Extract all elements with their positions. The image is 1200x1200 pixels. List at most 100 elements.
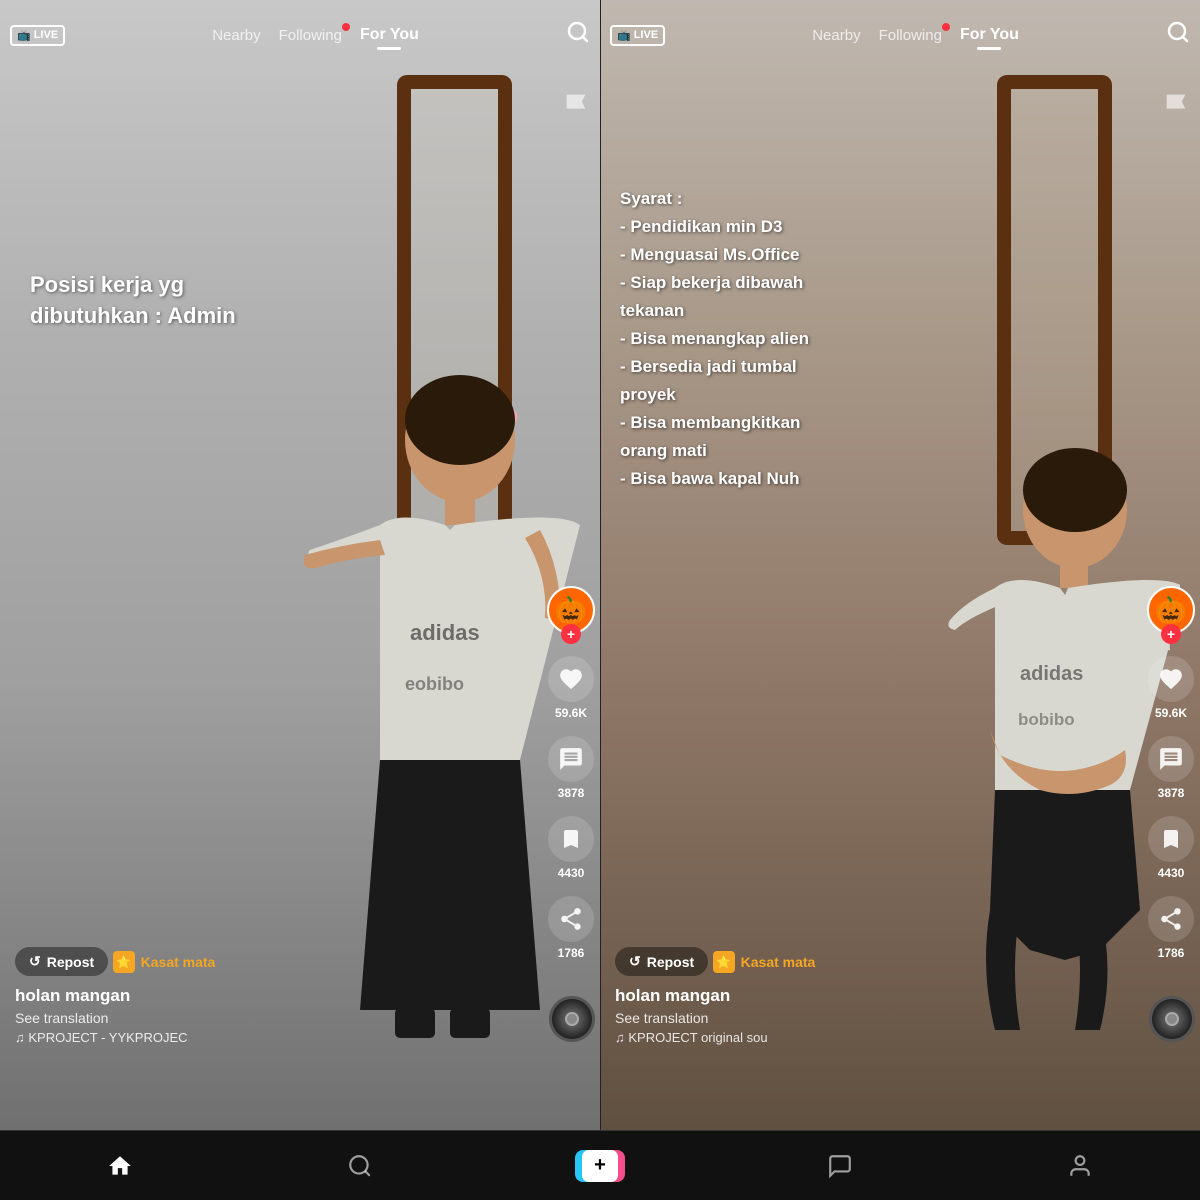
left-search-icon[interactable]: [566, 20, 590, 50]
right-avatar-emoji: 🎃: [1155, 595, 1187, 626]
right-share-button[interactable]: 1786: [1148, 896, 1194, 960]
left-flag-icon[interactable]: [562, 90, 590, 123]
right-live-badge[interactable]: 📺 LIVE: [610, 25, 665, 46]
right-action-bar: 🎃 + 59.6K 3878: [1147, 586, 1195, 960]
right-flag-icon[interactable]: [1162, 90, 1190, 123]
left-overlay-text: Posisi kerja yg dibutuhkan : Admin: [30, 272, 236, 328]
left-top-nav: 📺 LIVE Nearby Following For You: [0, 0, 600, 70]
left-nav-for-you[interactable]: For You: [360, 26, 419, 44]
right-nav-for-you[interactable]: For You: [960, 26, 1019, 44]
add-plus: +: [594, 1154, 606, 1177]
bottom-nav-inbox[interactable]: [720, 1153, 960, 1179]
home-icon: [107, 1153, 133, 1179]
right-share-icon: [1148, 896, 1194, 942]
left-nav-following[interactable]: Following: [279, 27, 342, 44]
right-video-panel: 📺 LIVE Nearby Following For You: [600, 0, 1200, 1130]
left-bottom-info: ↺ Repost ⭐ Kasat mata holan mangan See t…: [15, 947, 535, 1045]
left-comment-button[interactable]: 3878: [548, 736, 594, 800]
svg-text:adidas: adidas: [1020, 663, 1083, 685]
discover-icon: [347, 1153, 373, 1179]
left-following-label: Following: [279, 27, 342, 44]
right-live-badge-container[interactable]: 📺 LIVE: [610, 25, 665, 46]
left-live-badge-container[interactable]: 📺 LIVE: [10, 25, 65, 46]
left-follow-button[interactable]: +: [561, 624, 581, 644]
right-repost-icon: ↺: [629, 953, 641, 970]
right-heart-icon: [1148, 656, 1194, 702]
right-like-button[interactable]: 59.6K: [1148, 656, 1194, 720]
left-music-disc[interactable]: [549, 996, 595, 1042]
right-like-count: 59.6K: [1155, 706, 1187, 720]
left-badge-label: Kasat mata: [141, 954, 216, 970]
add-button-container: +: [575, 1150, 625, 1182]
bottom-nav-add[interactable]: +: [480, 1150, 720, 1182]
left-repost-button[interactable]: ↺ Repost: [15, 947, 108, 976]
right-live-label: LIVE: [634, 29, 658, 41]
right-share-count: 1786: [1158, 946, 1185, 960]
bottom-nav-home[interactable]: [0, 1153, 240, 1179]
bottom-nav-profile[interactable]: [960, 1153, 1200, 1179]
right-follow-button[interactable]: +: [1161, 624, 1181, 644]
right-nav-following[interactable]: Following: [879, 27, 942, 44]
right-bookmark-icon: [1148, 816, 1194, 862]
right-nav-items: Nearby Following For You: [812, 26, 1019, 44]
right-nav-nearby[interactable]: Nearby: [812, 27, 860, 44]
left-repost-label: Repost: [47, 954, 94, 970]
left-following-dot: [342, 23, 350, 31]
left-music-disc-center: [565, 1012, 579, 1026]
left-action-bar: 🎃 + 59.6K 3878: [547, 586, 595, 960]
left-content-text: Posisi kerja yg dibutuhkan : Admin: [30, 270, 236, 332]
left-bookmark-icon: [548, 816, 594, 862]
right-translation[interactable]: See translation: [615, 1010, 1135, 1026]
left-like-button[interactable]: 59.6K: [548, 656, 594, 720]
left-badge-icon: ⭐: [113, 951, 135, 973]
right-music-disc[interactable]: [1149, 996, 1195, 1042]
right-tv-icon: 📺: [617, 29, 631, 42]
bottom-navigation: +: [0, 1130, 1200, 1200]
right-avatar-container: 🎃 +: [1147, 586, 1195, 634]
right-music-disc-center: [1165, 1012, 1179, 1026]
right-content-text: Syarat : - Pendidikan min D3 - Menguasai…: [620, 185, 809, 494]
live-label: LIVE: [34, 29, 58, 41]
right-following-label: Following: [879, 27, 942, 44]
right-top-nav: 📺 LIVE Nearby Following For You: [600, 0, 1200, 70]
left-music-badge: ⭐ Kasat mata: [113, 951, 216, 973]
left-nav-nearby[interactable]: Nearby: [212, 27, 260, 44]
right-username[interactable]: holan mangan: [615, 986, 1135, 1006]
left-comment-icon: [548, 736, 594, 782]
right-comment-count: 3878: [1158, 786, 1185, 800]
inbox-icon: [827, 1153, 853, 1179]
left-share-button[interactable]: 1786: [548, 896, 594, 960]
right-badge-icon: ⭐: [713, 951, 735, 973]
add-center-bg: +: [582, 1150, 618, 1182]
left-username[interactable]: holan mangan: [15, 986, 535, 1006]
right-overlay-text: Syarat : - Pendidikan min D3 - Menguasai…: [620, 189, 809, 488]
profile-icon: [1067, 1153, 1093, 1179]
left-music-info[interactable]: ♫ KPROJECT - YYKPROJEC: [15, 1030, 535, 1045]
right-comment-icon: [1148, 736, 1194, 782]
left-share-count: 1786: [558, 946, 585, 960]
right-repost-label: Repost: [647, 954, 694, 970]
right-search-icon[interactable]: [1166, 20, 1190, 50]
right-bookmark-button[interactable]: 4430: [1148, 816, 1194, 880]
left-bookmark-button[interactable]: 4430: [548, 816, 594, 880]
right-music-info[interactable]: ♫ KPROJECT original sou: [615, 1030, 1135, 1045]
left-avatar-emoji: 🎃: [555, 595, 587, 626]
left-comment-count: 3878: [558, 786, 585, 800]
left-like-count: 59.6K: [555, 706, 587, 720]
left-person-figure: adidas eobibo: [300, 260, 580, 1060]
svg-text:bobibo: bobibo: [1018, 710, 1075, 729]
svg-text:adidas: adidas: [410, 620, 480, 645]
right-bookmark-count: 4430: [1158, 866, 1185, 880]
left-translation[interactable]: See translation: [15, 1010, 535, 1026]
left-nav-items: Nearby Following For You: [212, 26, 419, 44]
right-badge-label: Kasat mata: [741, 954, 816, 970]
right-repost-button[interactable]: ↺ Repost: [615, 947, 708, 976]
panel-divider: [600, 0, 601, 1130]
right-music-badge: ⭐ Kasat mata: [713, 951, 816, 973]
left-bookmark-count: 4430: [558, 866, 585, 880]
right-comment-button[interactable]: 3878: [1148, 736, 1194, 800]
bottom-nav-discover[interactable]: [240, 1153, 480, 1179]
right-following-dot: [942, 23, 950, 31]
left-avatar-container: 🎃 +: [547, 586, 595, 634]
left-live-badge[interactable]: 📺 LIVE: [10, 25, 65, 46]
